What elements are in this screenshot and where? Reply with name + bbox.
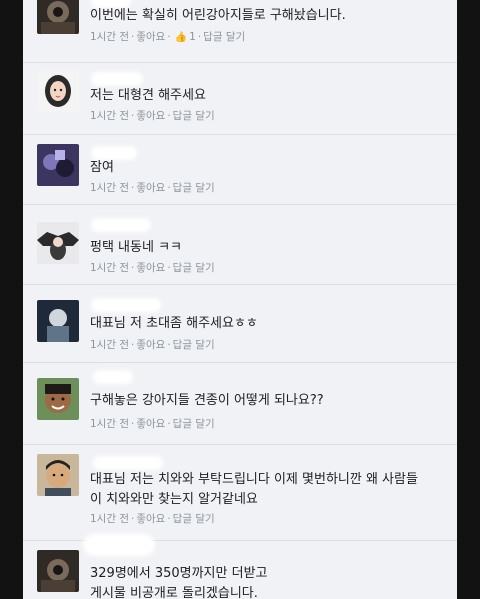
author-name-redacted — [93, 456, 163, 470]
avatar[interactable] — [37, 300, 79, 342]
comment-text: 대표님 저 초대좀 해주세요ㅎㅎ — [90, 316, 258, 331]
avatar[interactable] — [37, 144, 79, 186]
like-link[interactable]: 좋아요 — [136, 338, 165, 352]
avatar[interactable] — [37, 378, 79, 420]
comment-meta: 1시간 전 · 좋아요 · 답글 달기 — [90, 261, 215, 275]
comment-text: 구해놓은 강아지들 견종이 어떻게 되나요?? — [90, 393, 324, 408]
comment-meta: 1시간 전 · 좋아요 · 👍 1 · 답글 달기 — [90, 30, 246, 44]
reply-link[interactable]: 답글 달기 — [173, 181, 215, 195]
comment: 이번에는 확실히 어린강아지들로 구해놨습니다. 1시간 전 · 좋아요 · 👍 1 · 답글… — [23, 0, 457, 63]
comment: 대표님 저는 치와와 부탁드립니다 이제 몇번하니깐 왜 사람들 이 치와와만 … — [23, 444, 457, 541]
comment-text: 대표님 저는 치와와 부탁드립니다 이제 몇번하니깐 왜 사람들 이 치와와만 … — [90, 472, 418, 507]
comment-text: 329명에서 350명까지만 더받고 게시물 비공개로 돌리겠습니다. — [90, 566, 268, 599]
comment-meta: 1시간 전 · 좋아요 · 답글 달기 — [90, 181, 215, 195]
avatar[interactable] — [37, 0, 79, 34]
comment: 펑택 내동네 ㅋㅋ 1시간 전 · 좋아요 · 답글 달기 — [23, 204, 457, 285]
comment: 329명에서 350명까지만 더받고 게시물 비공개로 돌리겠습니다. — [23, 534, 457, 599]
author-name-redacted — [83, 534, 155, 556]
author-name-redacted — [91, 298, 161, 312]
thumbs-up-icon: 👍 — [174, 32, 188, 43]
comment-time: 1시간 전 — [90, 262, 129, 274]
comment-time: 1시간 전 — [90, 418, 129, 430]
comment-list: 이번에는 확실히 어린강아지들로 구해놨습니다. 1시간 전 · 좋아요 · 👍 1 · 답글… — [23, 0, 457, 599]
comment-meta: 1시간 전 · 좋아요 · 답글 달기 — [90, 338, 215, 352]
reply-link[interactable]: 답글 달기 — [173, 417, 215, 431]
reply-link[interactable]: 답글 달기 — [173, 512, 215, 526]
author-name-redacted — [93, 370, 133, 384]
like-link[interactable]: 좋아요 — [136, 417, 165, 431]
comment: 저는 대형견 해주세요 1시간 전 · 좋아요 · 답글 달기 — [23, 62, 457, 135]
reply-link[interactable]: 답글 달기 — [173, 261, 215, 275]
comment-text: 저는 대형견 해주세요 — [90, 88, 206, 103]
avatar[interactable] — [37, 70, 79, 112]
like-link[interactable]: 좋아요 — [136, 261, 165, 275]
like-link[interactable]: 좋아요 — [136, 30, 165, 44]
comment-time: 1시간 전 — [90, 31, 129, 43]
comment: 대표님 저 초대좀 해주세요ㅎㅎ 1시간 전 · 좋아요 · 답글 달기 — [23, 284, 457, 363]
author-name-redacted — [91, 218, 151, 232]
author-name-redacted — [91, 72, 143, 86]
like-link[interactable]: 좋아요 — [136, 512, 165, 526]
comment-meta: 1시간 전 · 좋아요 · 답글 달기 — [90, 417, 215, 431]
comment-meta: 1시간 전 · 좋아요 · 답글 달기 — [90, 109, 215, 123]
comment-time: 1시간 전 — [90, 110, 129, 122]
like-link[interactable]: 좋아요 — [136, 109, 165, 123]
reply-link[interactable]: 답글 달기 — [173, 338, 215, 352]
comment-text: 펑택 내동네 ㅋㅋ — [90, 240, 182, 255]
reaction-count: 1 — [189, 31, 196, 43]
comment: 잠여 1시간 전 · 좋아요 · 답글 달기 — [23, 134, 457, 205]
avatar[interactable] — [37, 222, 79, 264]
reply-link[interactable]: 답글 달기 — [203, 30, 245, 44]
comment: 구해놓은 강아지들 견종이 어떻게 되나요?? 1시간 전 · 좋아요 · 답글 달기 — [23, 362, 457, 445]
comment-time: 1시간 전 — [90, 513, 129, 525]
comment-text: 잠여 — [90, 160, 114, 175]
reply-link[interactable]: 답글 달기 — [173, 109, 215, 123]
comment-meta: 1시간 전 · 좋아요 · 답글 달기 — [90, 512, 215, 526]
comment-time: 1시간 전 — [90, 182, 129, 194]
avatar[interactable] — [37, 454, 79, 496]
like-link[interactable]: 좋아요 — [136, 181, 165, 195]
avatar[interactable] — [37, 550, 79, 592]
comment-time: 1시간 전 — [90, 339, 129, 351]
comment-text: 이번에는 확실히 어린강아지들로 구해놨습니다. — [90, 8, 346, 23]
